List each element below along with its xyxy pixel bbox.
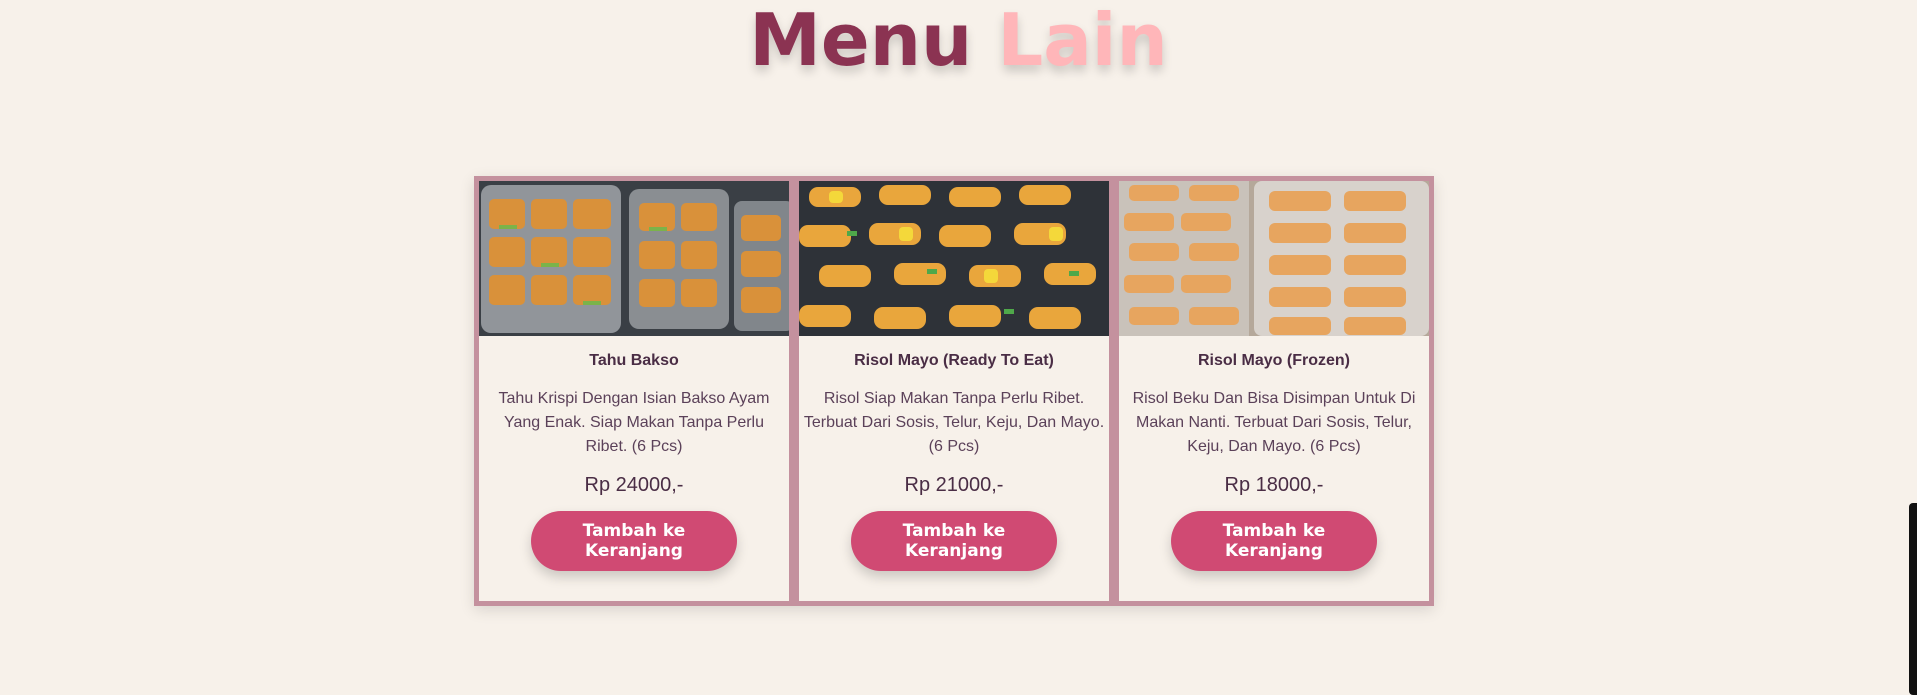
product-name: Tahu Bakso xyxy=(589,352,679,369)
product-price: Rp 18000,- xyxy=(1224,474,1324,496)
add-to-cart-button[interactable]: Tambah ke Keranjang xyxy=(1171,511,1377,571)
product-name: Risol Mayo (Ready To Eat) xyxy=(854,352,1054,369)
fried-tofu-photo xyxy=(479,181,789,336)
product-card-risol-mayo-ready: Risol Mayo (Ready To Eat) Risol Siap Mak… xyxy=(799,181,1109,601)
page-scrollbar[interactable] xyxy=(1907,0,1917,695)
section-title-word-1: Menu xyxy=(749,0,973,82)
product-description: Risol Beku Dan Bisa Disimpan Untuk Di Ma… xyxy=(1132,390,1416,455)
product-price: Rp 21000,- xyxy=(904,474,1004,496)
menu-grid: Tahu Bakso Tahu Krispi Dengan Isian Baks… xyxy=(474,176,1434,606)
product-name: Risol Mayo (Frozen) xyxy=(1197,352,1350,369)
product-card-risol-mayo-frozen: Risol Mayo (Frozen) Risol Beku Dan Bisa … xyxy=(1119,181,1429,601)
risol-mayo-photo xyxy=(799,181,1109,336)
product-price: Rp 24000,- xyxy=(584,474,684,496)
product-description: Risol Siap Makan Tanpa Perlu Ribet. Terb… xyxy=(803,390,1105,455)
section-title: Menu Lain xyxy=(0,0,1917,80)
scrollbar-thumb[interactable] xyxy=(1909,503,1917,695)
add-to-cart-button[interactable]: Tambah ke Keranjang xyxy=(851,511,1057,571)
product-card-tahu-bakso: Tahu Bakso Tahu Krispi Dengan Isian Baks… xyxy=(479,181,789,601)
section-title-word-2: Lain xyxy=(997,0,1168,82)
add-to-cart-button[interactable]: Tambah ke Keranjang xyxy=(531,511,737,571)
frozen-risol-photo xyxy=(1119,181,1429,336)
product-description: Tahu Krispi Dengan Isian Bakso Ayam Yang… xyxy=(498,390,770,455)
